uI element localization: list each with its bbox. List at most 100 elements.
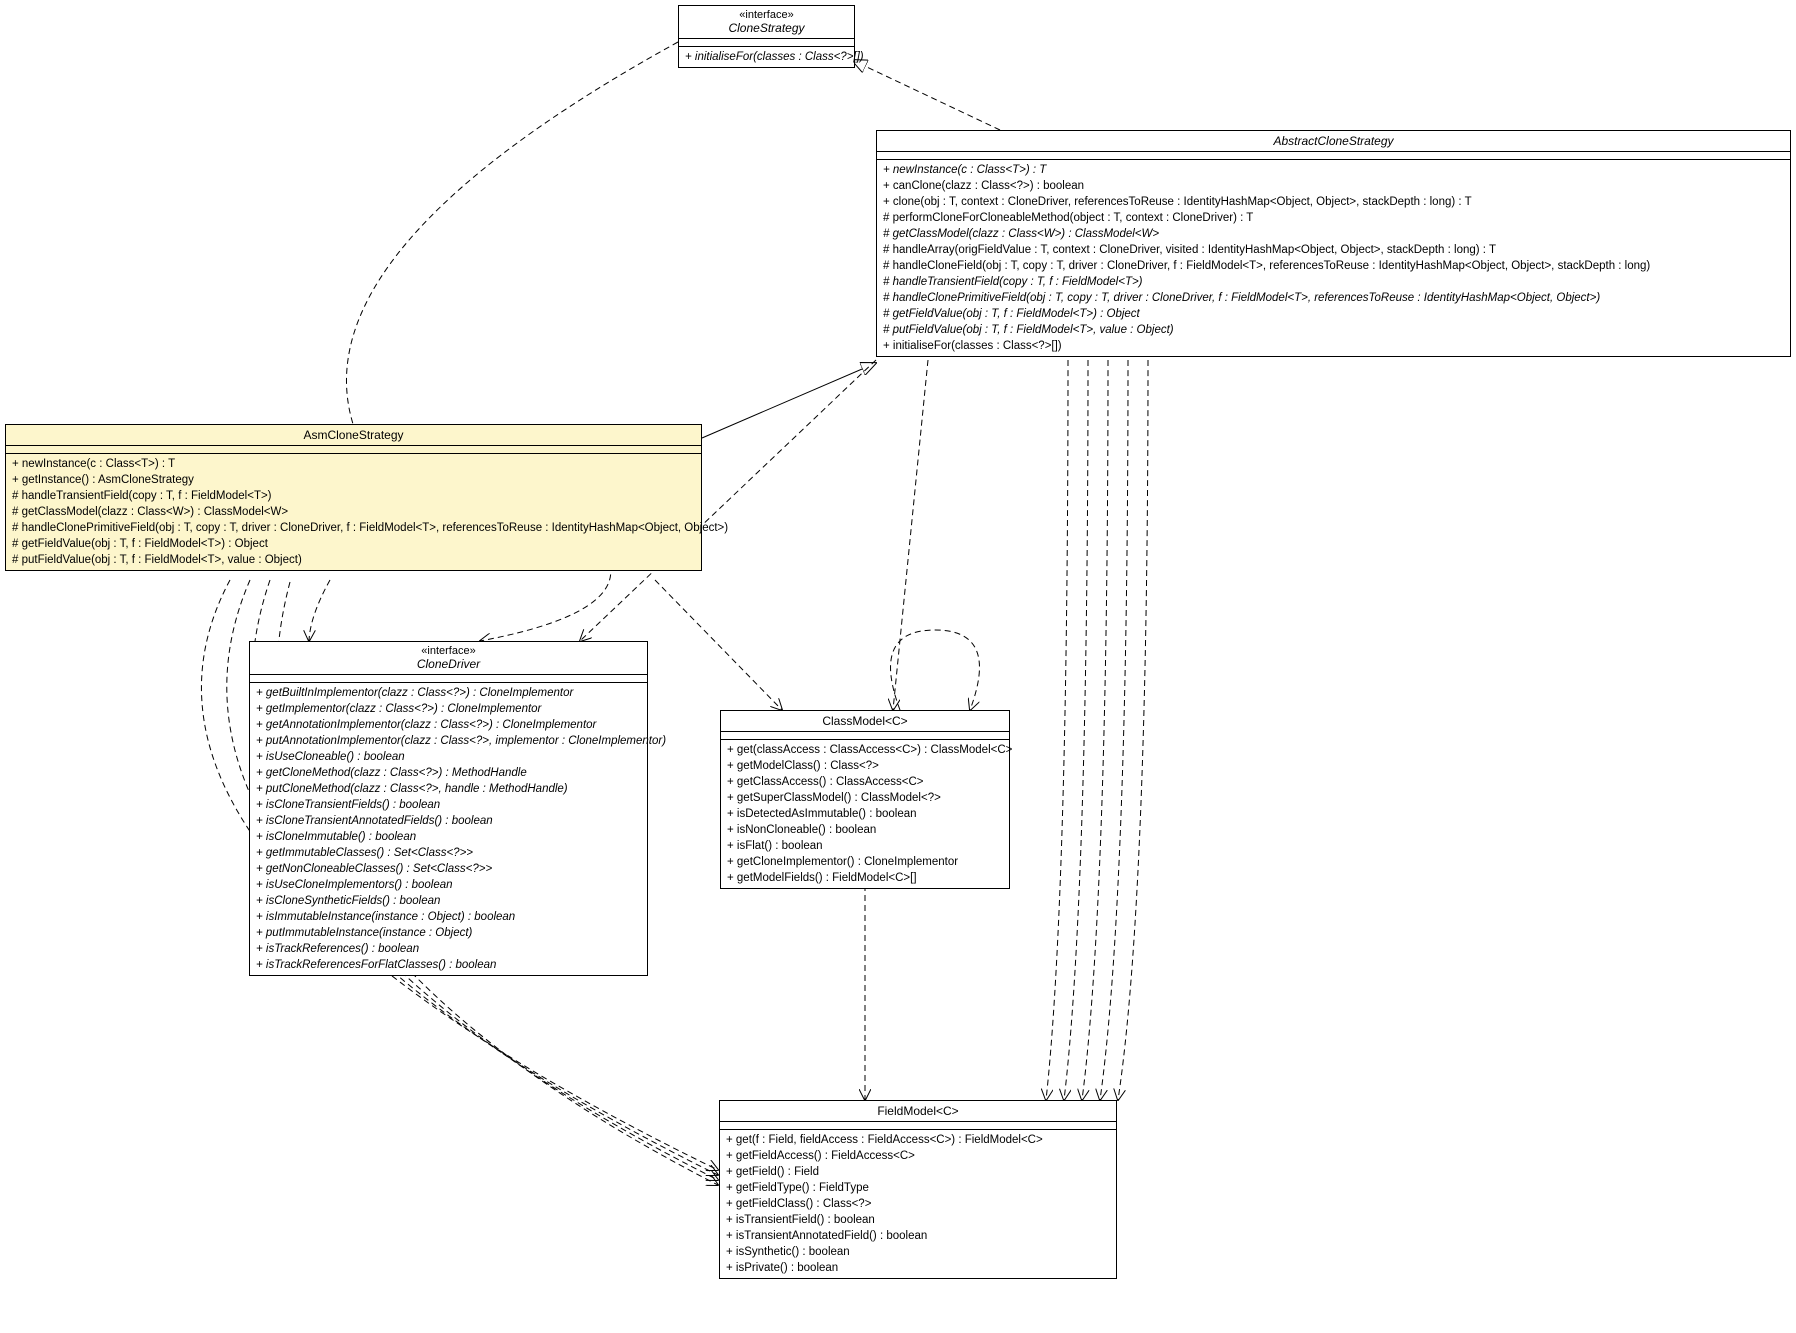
class-title: AsmCloneStrategy: [6, 425, 701, 446]
method-row: + isCloneImmutable() : boolean: [256, 829, 641, 845]
class-FieldModel: FieldModel<C> + get(f : Field, fieldAcces…: [719, 1100, 1117, 1279]
method-row: + isTransientAnnotatedField() : boolean: [726, 1228, 1110, 1244]
method-row: + getFieldClass() : Class<?>: [726, 1196, 1110, 1212]
class-name: CloneDriver: [256, 657, 641, 671]
class-title: AbstractCloneStrategy: [877, 131, 1790, 152]
method-row: + isUseCloneImplementors() : boolean: [256, 877, 641, 893]
stereotype: «interface»: [256, 645, 641, 657]
method-row: + isTrackReferences() : boolean: [256, 941, 641, 957]
method-row: + newInstance(c : Class<T>) : T: [12, 456, 695, 472]
attributes-section: [877, 152, 1790, 160]
method-row: + isImmutableInstance(instance : Object)…: [256, 909, 641, 925]
method-row: # handleCloneField(obj : T, copy : T, dr…: [883, 258, 1784, 274]
attributes-section: [679, 39, 854, 47]
relation-AsmCloneStrategy-CloneDriver: [309, 580, 330, 641]
relation-AbstractCloneStrategy-FieldModel: [1100, 360, 1128, 1100]
method-row: + getInstance() : AsmCloneStrategy: [12, 472, 695, 488]
class-name: AsmCloneStrategy: [12, 428, 695, 442]
methods-section: + get(classAccess : ClassAccess<C>) : Cl…: [721, 740, 1009, 888]
method-row: + putAnnotationImplementor(clazz : Class…: [256, 733, 641, 749]
attributes-section: [250, 675, 647, 683]
methods-section: + initialiseFor(classes : Class<?>[]): [679, 47, 854, 67]
method-row: # handleTransientField(copy : T, f : Fie…: [883, 274, 1784, 290]
method-row: + isNonCloneable() : boolean: [727, 822, 1003, 838]
relation-ClassModel-ClassModel: [891, 630, 980, 710]
attributes-section: [720, 1122, 1116, 1130]
relation-AbstractCloneStrategy-FieldModel: [1118, 360, 1148, 1100]
class-CloneStrategy: «interface»CloneStrategy + initialiseFor(…: [678, 5, 855, 68]
method-row: + initialiseFor(classes : Class<?>[]): [685, 49, 848, 65]
method-row: + isCloneTransientFields() : boolean: [256, 797, 641, 813]
class-AsmCloneStrategy: AsmCloneStrategy + newInstance(c : Class<…: [5, 424, 702, 571]
method-row: # handleTransientField(copy : T, f : Fie…: [12, 488, 695, 504]
class-ClassModel: ClassModel<C> + get(classAccess : ClassAc…: [720, 710, 1010, 889]
method-row: + getModelClass() : Class<?>: [727, 758, 1003, 774]
method-row: + isCloneTransientAnnotatedFields() : bo…: [256, 813, 641, 829]
method-row: + isUseCloneable() : boolean: [256, 749, 641, 765]
relation-AbstractCloneStrategy-CloneStrategy: [852, 60, 1000, 130]
method-row: # handleClonePrimitiveField(obj : T, cop…: [12, 520, 695, 536]
method-row: + isPrivate() : boolean: [726, 1260, 1110, 1276]
methods-section: + newInstance(c : Class<T>) : T+ getInst…: [6, 454, 701, 570]
method-row: # getClassModel(clazz : Class<W>) : Clas…: [12, 504, 695, 520]
method-row: # putFieldValue(obj : T, f : FieldModel<…: [883, 322, 1784, 338]
relation-CloneStrategy-AsmCloneStrategy: [346, 42, 678, 424]
stereotype: «interface»: [685, 9, 848, 21]
relation-AsmCloneStrategy-AbstractCloneStrategy: [702, 363, 876, 438]
relation-AsmCloneStrategy-ClassModel: [655, 580, 782, 710]
methods-section: + getBuiltInImplementor(clazz : Class<?>…: [250, 683, 647, 975]
relation-AbstractCloneStrategy-ClassModel: [893, 360, 928, 710]
method-row: + putImmutableInstance(instance : Object…: [256, 925, 641, 941]
class-name: CloneStrategy: [685, 21, 848, 35]
class-title: ClassModel<C>: [721, 711, 1009, 732]
method-row: + clone(obj : T, context : CloneDriver, …: [883, 194, 1784, 210]
class-CloneDriver: «interface»CloneDriver + getBuiltInImplem…: [249, 641, 648, 976]
method-row: + get(f : Field, fieldAccess : FieldAcce…: [726, 1132, 1110, 1148]
class-name: ClassModel<C>: [727, 714, 1003, 728]
class-title: «interface»CloneStrategy: [679, 6, 854, 39]
class-name: AbstractCloneStrategy: [883, 134, 1784, 148]
method-row: # performCloneForCloneableMethod(object …: [883, 210, 1784, 226]
method-row: + getBuiltInImplementor(clazz : Class<?>…: [256, 685, 641, 701]
method-row: + getCloneImplementor() : CloneImplement…: [727, 854, 1003, 870]
class-AbstractCloneStrategy: AbstractCloneStrategy + newInstance(c : C…: [876, 130, 1791, 357]
method-row: + getModelFields() : FieldModel<C>[]: [727, 870, 1003, 886]
method-row: + newInstance(c : Class<T>) : T: [883, 162, 1784, 178]
method-row: + getField() : Field: [726, 1164, 1110, 1180]
method-row: + getNonCloneableClasses() : Set<Class<?…: [256, 861, 641, 877]
method-row: + isFlat() : boolean: [727, 838, 1003, 854]
methods-section: + get(f : Field, fieldAccess : FieldAcce…: [720, 1130, 1116, 1278]
method-row: # putFieldValue(obj : T, f : FieldModel<…: [12, 552, 695, 568]
method-row: + isDetectedAsImmutable() : boolean: [727, 806, 1003, 822]
relation-AbstractCloneStrategy-FieldModel: [1064, 360, 1088, 1100]
method-row: + getFieldAccess() : FieldAccess<C>: [726, 1148, 1110, 1164]
method-row: + initialiseFor(classes : Class<?>[]): [883, 338, 1784, 354]
attributes-section: [721, 732, 1009, 740]
method-row: # getFieldValue(obj : T, f : FieldModel<…: [12, 536, 695, 552]
method-row: + getFieldType() : FieldType: [726, 1180, 1110, 1196]
methods-section: + newInstance(c : Class<T>) : T+ canClon…: [877, 160, 1790, 356]
method-row: + isTransientField() : boolean: [726, 1212, 1110, 1228]
method-row: + isTrackReferencesForFlatClasses() : bo…: [256, 957, 641, 973]
method-row: + getImmutableClasses() : Set<Class<?>>: [256, 845, 641, 861]
method-row: + getImplementor(clazz : Class<?>) : Clo…: [256, 701, 641, 717]
attributes-section: [6, 446, 701, 454]
method-row: + getClassAccess() : ClassAccess<C>: [727, 774, 1003, 790]
class-title: «interface»CloneDriver: [250, 642, 647, 675]
method-row: + getAnnotationImplementor(clazz : Class…: [256, 717, 641, 733]
method-row: + canClone(clazz : Class<?>) : boolean: [883, 178, 1784, 194]
relation-AbstractCloneStrategy-FieldModel: [1046, 360, 1068, 1100]
method-row: # getFieldValue(obj : T, f : FieldModel<…: [883, 306, 1784, 322]
method-row: # handleClonePrimitiveField(obj : T, cop…: [883, 290, 1784, 306]
method-row: # getClassModel(clazz : Class<W>) : Clas…: [883, 226, 1784, 242]
method-row: + get(classAccess : ClassAccess<C>) : Cl…: [727, 742, 1003, 758]
method-row: + getCloneMethod(clazz : Class<?>) : Met…: [256, 765, 641, 781]
method-row: # handleArray(origFieldValue : T, contex…: [883, 242, 1784, 258]
method-row: + isSynthetic() : boolean: [726, 1244, 1110, 1260]
relation-AbstractCloneStrategy-FieldModel: [1082, 360, 1108, 1100]
method-row: + getSuperClassModel() : ClassModel<?>: [727, 790, 1003, 806]
method-row: + putCloneMethod(clazz : Class<?>, handl…: [256, 781, 641, 797]
class-name: FieldModel<C>: [726, 1104, 1110, 1118]
method-row: + isCloneSyntheticFields() : boolean: [256, 893, 641, 909]
class-title: FieldModel<C>: [720, 1101, 1116, 1122]
